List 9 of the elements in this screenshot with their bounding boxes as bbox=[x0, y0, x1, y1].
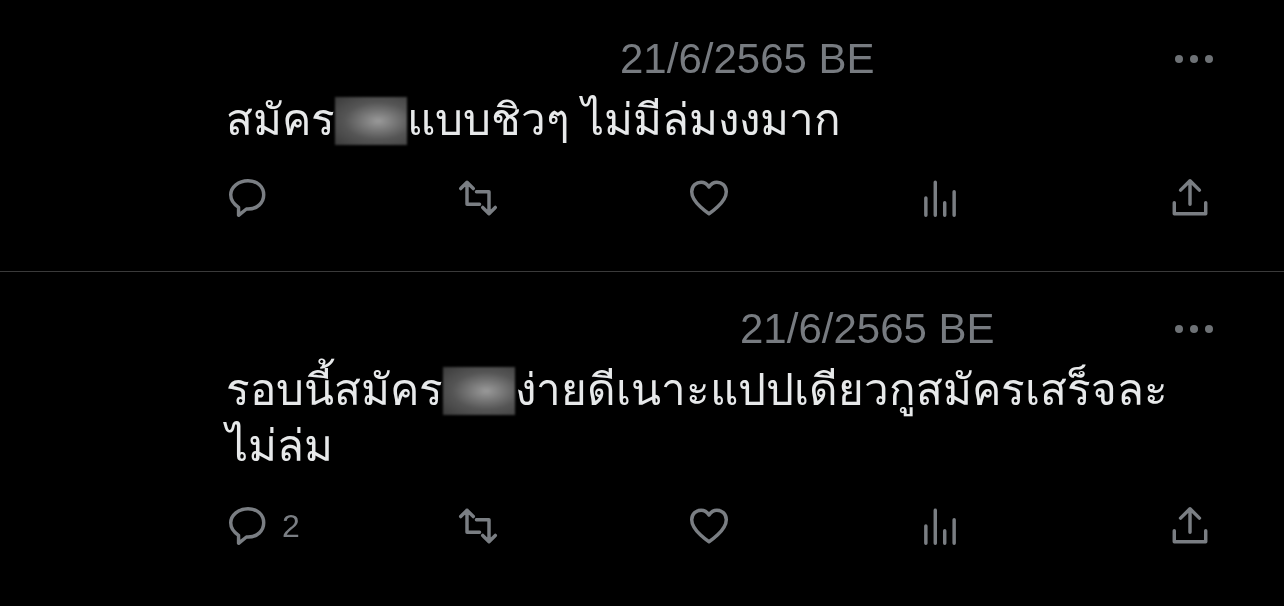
post-text: ง่ายดีเนาะแปปเดียวกูสมัครเสร็จละ bbox=[515, 357, 1168, 420]
more-options-icon[interactable] bbox=[1174, 324, 1214, 334]
post-text: รอบนี้สมัคร bbox=[226, 357, 443, 420]
reply-count: 2 bbox=[282, 507, 300, 545]
more-options-icon[interactable] bbox=[1174, 54, 1214, 64]
post-text: แบบชิวๆ ไม่มีล่มงงมาก bbox=[407, 94, 842, 146]
post-text: สมัคร bbox=[226, 94, 335, 146]
post-date[interactable]: 21/6/2565 BE bbox=[620, 35, 875, 83]
post-date[interactable]: 21/6/2565 BE bbox=[740, 305, 995, 353]
